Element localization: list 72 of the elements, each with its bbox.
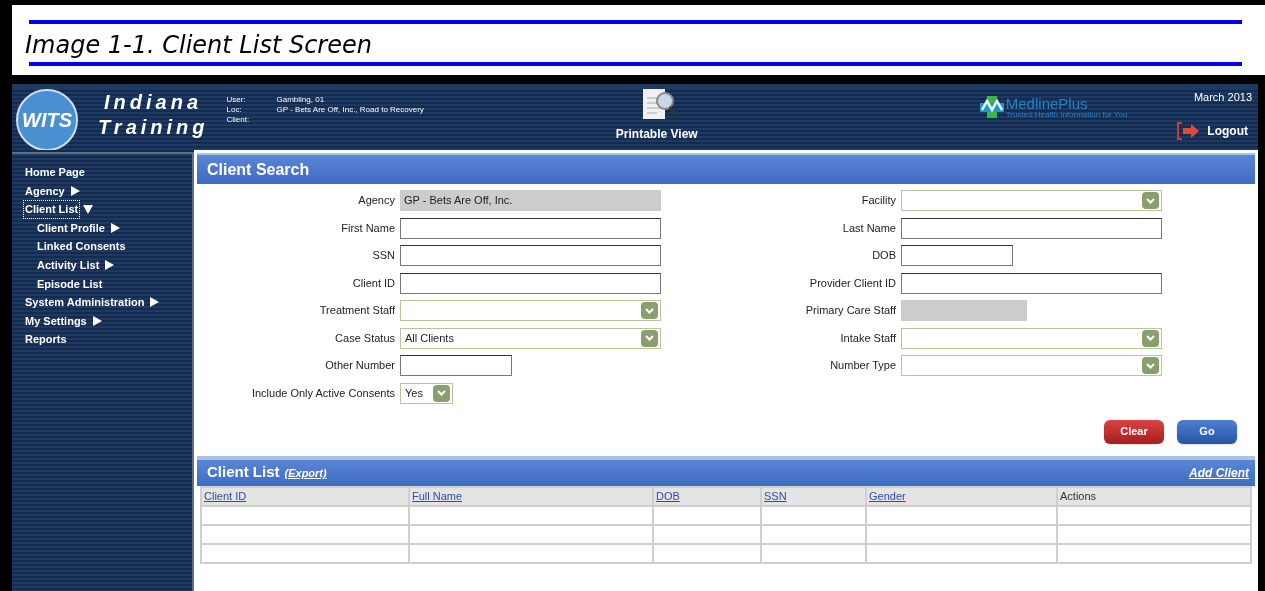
sidebar-link[interactable]: Reports xyxy=(24,331,68,348)
section-title: Client Search xyxy=(207,159,310,180)
field-label: Intake Staff xyxy=(839,330,896,346)
input-field[interactable] xyxy=(400,245,661,266)
field-label: DOB xyxy=(871,248,896,264)
column-header[interactable]: DOB xyxy=(654,487,760,505)
add-client-link[interactable]: Add Client xyxy=(1189,463,1249,482)
column-header[interactable]: SSN xyxy=(762,487,865,505)
dropdown-caret-icon xyxy=(433,384,450,402)
dropdown-caret-icon xyxy=(641,329,658,347)
release-date: March 2013 xyxy=(1193,90,1252,105)
input-field[interactable] xyxy=(901,272,1162,294)
field-label: SSN xyxy=(371,248,395,264)
brand-title: Training xyxy=(98,115,209,140)
section-title: Client List xyxy=(207,462,280,483)
dropdown-field[interactable]: Yes xyxy=(400,382,453,404)
dropdown-caret-icon xyxy=(1142,192,1159,209)
readonly-field: GP - Bets Are Off, Inc. xyxy=(400,190,661,211)
export-link[interactable]: (Export) xyxy=(284,465,327,482)
sidebar-link[interactable]: Client Profile xyxy=(36,219,106,237)
field-label: Primary Care Staff xyxy=(804,303,896,319)
figure-caption: Image 1-1. Client List Screen xyxy=(25,30,373,61)
sidebar-link[interactable]: My Settings xyxy=(24,312,88,330)
dropdown-caret-icon xyxy=(641,302,658,319)
dropdown-field[interactable] xyxy=(901,327,1162,349)
field-label: Provider Client ID xyxy=(808,275,896,291)
sidebar-link[interactable]: Linked Consents xyxy=(36,238,127,255)
dropdown-field[interactable]: All Clients xyxy=(400,327,661,349)
input-field[interactable] xyxy=(400,355,512,376)
session-value: GP - Bets Are Off, Inc., Road to Recovery xyxy=(276,105,424,115)
logo-badge: WITS xyxy=(16,89,78,151)
sidebar-link[interactable]: Activity List xyxy=(36,257,101,274)
brand-title: Indiana xyxy=(104,90,203,115)
dropdown-caret-icon xyxy=(1142,329,1159,347)
dropdown-field[interactable] xyxy=(901,190,1162,211)
field-label: Case Status xyxy=(334,330,395,346)
field-label: Client ID xyxy=(351,275,395,291)
sidebar-link[interactable]: Episode List xyxy=(36,275,104,293)
logout-link[interactable]: Logout xyxy=(1207,121,1248,140)
medline-logo-icon xyxy=(979,96,1004,118)
field-label: Facility xyxy=(860,193,896,209)
column-header[interactable]: Client ID xyxy=(202,487,408,505)
dropdown-field[interactable] xyxy=(901,355,1162,376)
printable-view-link[interactable]: Printable View xyxy=(615,125,698,143)
session-label: Loc: xyxy=(226,105,243,115)
input-field[interactable] xyxy=(901,245,1013,266)
sidebar-link[interactable]: Home Page xyxy=(24,164,86,181)
session-label: Client: xyxy=(226,115,251,125)
sidebar-link[interactable]: System Administration xyxy=(24,294,146,311)
column-header[interactable]: Gender xyxy=(867,487,1056,505)
partner-tagline: Trusted Health Information for You xyxy=(1005,110,1128,119)
input-field[interactable] xyxy=(400,272,661,294)
field-label: Treatment Staff xyxy=(318,303,395,319)
partner-logo-text: MedlinePlus xyxy=(1005,95,1089,111)
field-label: Agency xyxy=(357,193,395,209)
field-label: First Name xyxy=(340,220,395,236)
form-button[interactable]: Go xyxy=(1177,419,1237,444)
field-label: Number Type xyxy=(829,358,896,374)
sidebar-link[interactable]: Client List xyxy=(24,201,80,218)
input-field[interactable] xyxy=(901,217,1162,239)
input-field[interactable] xyxy=(400,217,661,239)
dropdown-field[interactable] xyxy=(400,300,661,321)
dropdown-caret-icon xyxy=(1142,357,1159,374)
session-value: Gambling, 01 xyxy=(276,95,325,105)
field-label: Last Name xyxy=(841,220,896,236)
column-header[interactable]: Full Name xyxy=(410,487,652,505)
sidebar-link[interactable]: Agency xyxy=(24,182,66,200)
field-label: Include Only Active Consents xyxy=(250,385,395,401)
form-button[interactable]: Clear xyxy=(1104,419,1164,444)
column-header: Actions xyxy=(1058,487,1250,505)
session-label: User: xyxy=(226,95,247,105)
field-label: Other Number xyxy=(324,358,395,374)
